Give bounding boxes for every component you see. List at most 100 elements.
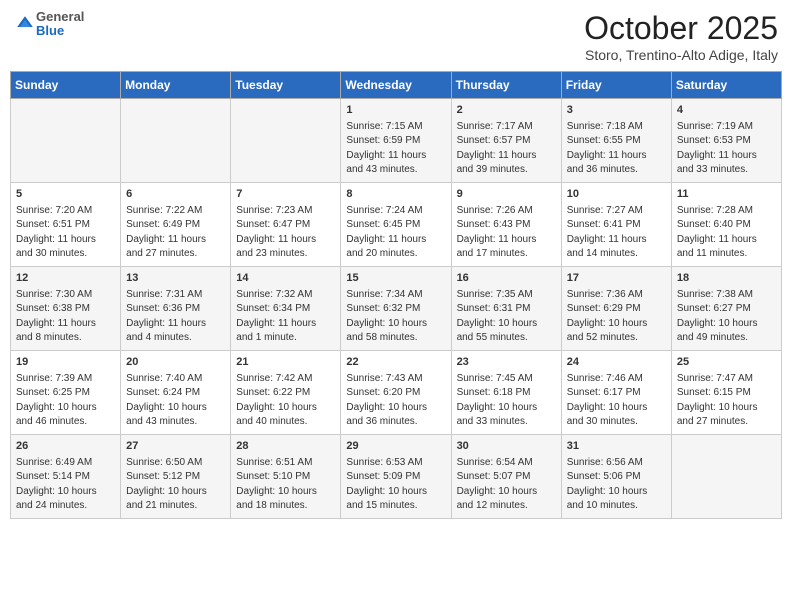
- calendar-day-11: 11Sunrise: 7:28 AM Sunset: 6:40 PM Dayli…: [671, 182, 781, 266]
- day-number: 22: [346, 355, 445, 371]
- calendar-day-1: 1Sunrise: 7:15 AM Sunset: 6:59 PM Daylig…: [341, 99, 451, 183]
- calendar-week-row: 19Sunrise: 7:39 AM Sunset: 6:25 PM Dayli…: [11, 350, 782, 434]
- day-info: Sunrise: 7:27 AM Sunset: 6:41 PM Dayligh…: [567, 204, 666, 262]
- day-info: Sunrise: 7:18 AM Sunset: 6:55 PM Dayligh…: [567, 120, 666, 178]
- day-number: 8: [346, 187, 445, 203]
- day-number: 4: [677, 103, 776, 119]
- calendar-day-3: 3Sunrise: 7:18 AM Sunset: 6:55 PM Daylig…: [561, 99, 671, 183]
- day-info: Sunrise: 6:49 AM Sunset: 5:14 PM Dayligh…: [16, 456, 115, 514]
- day-number: 14: [236, 271, 335, 287]
- day-info: Sunrise: 7:39 AM Sunset: 6:25 PM Dayligh…: [16, 372, 115, 430]
- day-number: 2: [457, 103, 556, 119]
- day-info: Sunrise: 6:53 AM Sunset: 5:09 PM Dayligh…: [346, 456, 445, 514]
- day-info: Sunrise: 7:19 AM Sunset: 6:53 PM Dayligh…: [677, 120, 776, 178]
- title-block: October 2025 Storo, Trentino-Alto Adige,…: [584, 10, 778, 63]
- calendar-day-4: 4Sunrise: 7:19 AM Sunset: 6:53 PM Daylig…: [671, 99, 781, 183]
- day-number: 20: [126, 355, 225, 371]
- calendar-day-27: 27Sunrise: 6:50 AM Sunset: 5:12 PM Dayli…: [121, 434, 231, 518]
- day-number: 3: [567, 103, 666, 119]
- day-info: Sunrise: 7:28 AM Sunset: 6:40 PM Dayligh…: [677, 204, 776, 262]
- calendar-day-2: 2Sunrise: 7:17 AM Sunset: 6:57 PM Daylig…: [451, 99, 561, 183]
- weekday-header-sunday: Sunday: [11, 72, 121, 99]
- calendar-day-13: 13Sunrise: 7:31 AM Sunset: 6:36 PM Dayli…: [121, 266, 231, 350]
- day-number: 18: [677, 271, 776, 287]
- day-info: Sunrise: 7:36 AM Sunset: 6:29 PM Dayligh…: [567, 288, 666, 346]
- calendar-body: 1Sunrise: 7:15 AM Sunset: 6:59 PM Daylig…: [11, 99, 782, 519]
- weekday-header-row: SundayMondayTuesdayWednesdayThursdayFrid…: [11, 72, 782, 99]
- calendar-day-28: 28Sunrise: 6:51 AM Sunset: 5:10 PM Dayli…: [231, 434, 341, 518]
- calendar-week-row: 12Sunrise: 7:30 AM Sunset: 6:38 PM Dayli…: [11, 266, 782, 350]
- day-number: 15: [346, 271, 445, 287]
- calendar-day-23: 23Sunrise: 7:45 AM Sunset: 6:18 PM Dayli…: [451, 350, 561, 434]
- calendar-day-15: 15Sunrise: 7:34 AM Sunset: 6:32 PM Dayli…: [341, 266, 451, 350]
- day-number: 24: [567, 355, 666, 371]
- calendar-day-12: 12Sunrise: 7:30 AM Sunset: 6:38 PM Dayli…: [11, 266, 121, 350]
- calendar-day-8: 8Sunrise: 7:24 AM Sunset: 6:45 PM Daylig…: [341, 182, 451, 266]
- page-header: General Blue October 2025 Storo, Trentin…: [10, 10, 782, 63]
- weekday-header-monday: Monday: [121, 72, 231, 99]
- day-info: Sunrise: 7:40 AM Sunset: 6:24 PM Dayligh…: [126, 372, 225, 430]
- calendar-empty-cell: [11, 99, 121, 183]
- calendar-day-9: 9Sunrise: 7:26 AM Sunset: 6:43 PM Daylig…: [451, 182, 561, 266]
- calendar-day-18: 18Sunrise: 7:38 AM Sunset: 6:27 PM Dayli…: [671, 266, 781, 350]
- weekday-header-wednesday: Wednesday: [341, 72, 451, 99]
- day-info: Sunrise: 7:26 AM Sunset: 6:43 PM Dayligh…: [457, 204, 556, 262]
- logo-blue-text: Blue: [36, 24, 84, 38]
- calendar-day-10: 10Sunrise: 7:27 AM Sunset: 6:41 PM Dayli…: [561, 182, 671, 266]
- calendar-day-31: 31Sunrise: 6:56 AM Sunset: 5:06 PM Dayli…: [561, 434, 671, 518]
- calendar-day-20: 20Sunrise: 7:40 AM Sunset: 6:24 PM Dayli…: [121, 350, 231, 434]
- calendar-week-row: 26Sunrise: 6:49 AM Sunset: 5:14 PM Dayli…: [11, 434, 782, 518]
- calendar-day-21: 21Sunrise: 7:42 AM Sunset: 6:22 PM Dayli…: [231, 350, 341, 434]
- calendar-day-19: 19Sunrise: 7:39 AM Sunset: 6:25 PM Dayli…: [11, 350, 121, 434]
- calendar-week-row: 1Sunrise: 7:15 AM Sunset: 6:59 PM Daylig…: [11, 99, 782, 183]
- day-info: Sunrise: 7:30 AM Sunset: 6:38 PM Dayligh…: [16, 288, 115, 346]
- day-info: Sunrise: 7:47 AM Sunset: 6:15 PM Dayligh…: [677, 372, 776, 430]
- logo-icon: [16, 15, 34, 33]
- day-info: Sunrise: 7:22 AM Sunset: 6:49 PM Dayligh…: [126, 204, 225, 262]
- calendar-day-30: 30Sunrise: 6:54 AM Sunset: 5:07 PM Dayli…: [451, 434, 561, 518]
- day-info: Sunrise: 6:51 AM Sunset: 5:10 PM Dayligh…: [236, 456, 335, 514]
- day-number: 28: [236, 439, 335, 455]
- calendar-day-14: 14Sunrise: 7:32 AM Sunset: 6:34 PM Dayli…: [231, 266, 341, 350]
- day-info: Sunrise: 6:56 AM Sunset: 5:06 PM Dayligh…: [567, 456, 666, 514]
- calendar-day-24: 24Sunrise: 7:46 AM Sunset: 6:17 PM Dayli…: [561, 350, 671, 434]
- day-number: 31: [567, 439, 666, 455]
- calendar-table: SundayMondayTuesdayWednesdayThursdayFrid…: [10, 71, 782, 519]
- calendar-day-6: 6Sunrise: 7:22 AM Sunset: 6:49 PM Daylig…: [121, 182, 231, 266]
- day-number: 23: [457, 355, 556, 371]
- day-number: 10: [567, 187, 666, 203]
- day-number: 29: [346, 439, 445, 455]
- calendar-empty-cell: [671, 434, 781, 518]
- day-info: Sunrise: 7:17 AM Sunset: 6:57 PM Dayligh…: [457, 120, 556, 178]
- day-number: 26: [16, 439, 115, 455]
- day-info: Sunrise: 7:43 AM Sunset: 6:20 PM Dayligh…: [346, 372, 445, 430]
- day-number: 25: [677, 355, 776, 371]
- day-info: Sunrise: 7:31 AM Sunset: 6:36 PM Dayligh…: [126, 288, 225, 346]
- calendar-day-29: 29Sunrise: 6:53 AM Sunset: 5:09 PM Dayli…: [341, 434, 451, 518]
- day-info: Sunrise: 6:50 AM Sunset: 5:12 PM Dayligh…: [126, 456, 225, 514]
- calendar-subtitle: Storo, Trentino-Alto Adige, Italy: [584, 47, 778, 63]
- day-info: Sunrise: 7:24 AM Sunset: 6:45 PM Dayligh…: [346, 204, 445, 262]
- calendar-empty-cell: [231, 99, 341, 183]
- logo: General Blue: [14, 10, 84, 39]
- day-info: Sunrise: 7:20 AM Sunset: 6:51 PM Dayligh…: [16, 204, 115, 262]
- day-number: 19: [16, 355, 115, 371]
- day-info: Sunrise: 6:54 AM Sunset: 5:07 PM Dayligh…: [457, 456, 556, 514]
- day-info: Sunrise: 7:42 AM Sunset: 6:22 PM Dayligh…: [236, 372, 335, 430]
- calendar-day-5: 5Sunrise: 7:20 AM Sunset: 6:51 PM Daylig…: [11, 182, 121, 266]
- day-info: Sunrise: 7:23 AM Sunset: 6:47 PM Dayligh…: [236, 204, 335, 262]
- weekday-header-thursday: Thursday: [451, 72, 561, 99]
- day-info: Sunrise: 7:35 AM Sunset: 6:31 PM Dayligh…: [457, 288, 556, 346]
- day-info: Sunrise: 7:15 AM Sunset: 6:59 PM Dayligh…: [346, 120, 445, 178]
- day-number: 1: [346, 103, 445, 119]
- weekday-header-friday: Friday: [561, 72, 671, 99]
- day-number: 30: [457, 439, 556, 455]
- day-info: Sunrise: 7:32 AM Sunset: 6:34 PM Dayligh…: [236, 288, 335, 346]
- day-number: 17: [567, 271, 666, 287]
- day-number: 5: [16, 187, 115, 203]
- day-number: 27: [126, 439, 225, 455]
- day-number: 11: [677, 187, 776, 203]
- day-number: 6: [126, 187, 225, 203]
- calendar-day-16: 16Sunrise: 7:35 AM Sunset: 6:31 PM Dayli…: [451, 266, 561, 350]
- day-info: Sunrise: 7:45 AM Sunset: 6:18 PM Dayligh…: [457, 372, 556, 430]
